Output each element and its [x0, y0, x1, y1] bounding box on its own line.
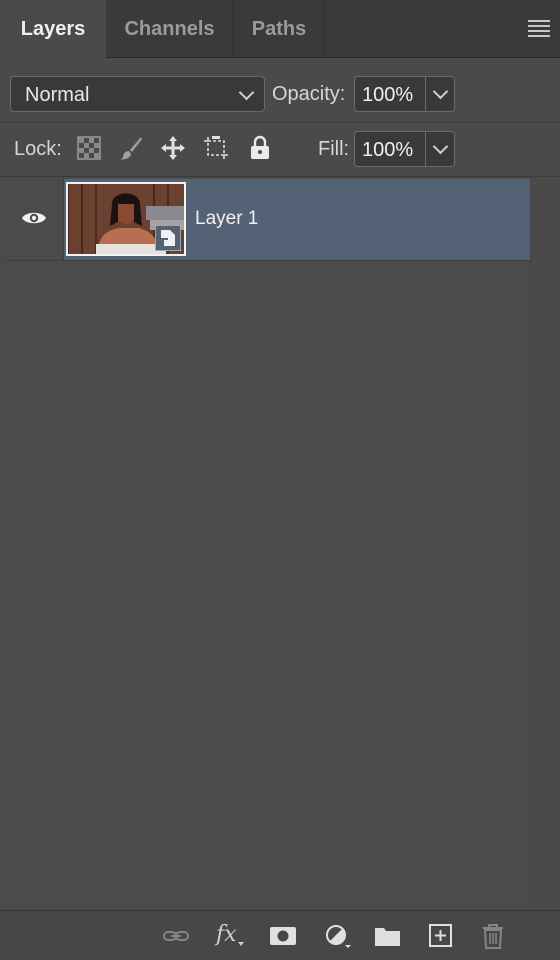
smart-object-icon — [155, 225, 181, 251]
tab-layers[interactable]: Layers — [0, 0, 106, 59]
layers-list[interactable]: Layer 1 — [4, 178, 530, 908]
chevron-down-icon — [432, 138, 449, 155]
layer-visibility-toggle[interactable] — [4, 178, 64, 260]
divider — [0, 176, 560, 177]
add-mask-icon[interactable] — [269, 923, 297, 949]
lock-transparent-pixels-icon[interactable] — [76, 135, 102, 161]
layer-row[interactable]: Layer 1 — [4, 178, 530, 261]
opacity-dropdown-button[interactable] — [425, 77, 454, 111]
link-layers-icon[interactable] — [162, 923, 190, 949]
delete-layer-icon[interactable] — [479, 923, 507, 949]
opacity-label: Opacity: — [272, 83, 346, 105]
new-layer-icon[interactable] — [426, 923, 454, 949]
scrollbar[interactable] — [530, 178, 557, 908]
chevron-down-icon — [238, 942, 244, 946]
lock-all-icon[interactable] — [247, 135, 273, 161]
layers-panel: Layers Channels Paths Normal Opacity: 10… — [0, 0, 560, 960]
chevron-down-icon — [432, 83, 449, 100]
layer-name[interactable]: Layer 1 — [195, 208, 258, 230]
panel-menu-icon[interactable] — [528, 20, 550, 38]
divider — [0, 122, 560, 123]
layer-style-fx-icon[interactable]: fx — [216, 922, 244, 949]
prevent-auto-nesting-icon[interactable] — [203, 135, 229, 161]
fx-label: fx — [216, 922, 237, 947]
lock-image-pixels-icon[interactable] — [118, 135, 144, 161]
panel-tab-bar: Layers Channels Paths — [0, 0, 560, 59]
fill-value[interactable]: 100% — [362, 139, 413, 162]
lock-label: Lock: — [14, 138, 62, 160]
tab-channels[interactable]: Channels — [106, 0, 234, 58]
fill-label: Fill: — [318, 138, 350, 160]
opacity-value[interactable]: 100% — [362, 84, 413, 107]
lock-position-icon[interactable] — [160, 135, 186, 161]
opacity-field[interactable]: 100% — [354, 76, 455, 112]
layer-thumbnail[interactable] — [66, 182, 186, 256]
chevron-down-icon — [238, 84, 255, 101]
new-group-icon[interactable] — [374, 923, 402, 949]
fill-dropdown-button[interactable] — [425, 132, 454, 166]
tab-paths[interactable]: Paths — [234, 0, 325, 58]
blend-mode-value: Normal — [25, 84, 90, 106]
blend-mode-dropdown[interactable]: Normal — [10, 76, 265, 112]
adjustment-layer-icon[interactable] — [324, 923, 352, 949]
fill-field[interactable]: 100% — [354, 131, 455, 167]
eye-icon[interactable] — [21, 209, 47, 227]
panel-bottom-bar: fx — [0, 910, 560, 960]
